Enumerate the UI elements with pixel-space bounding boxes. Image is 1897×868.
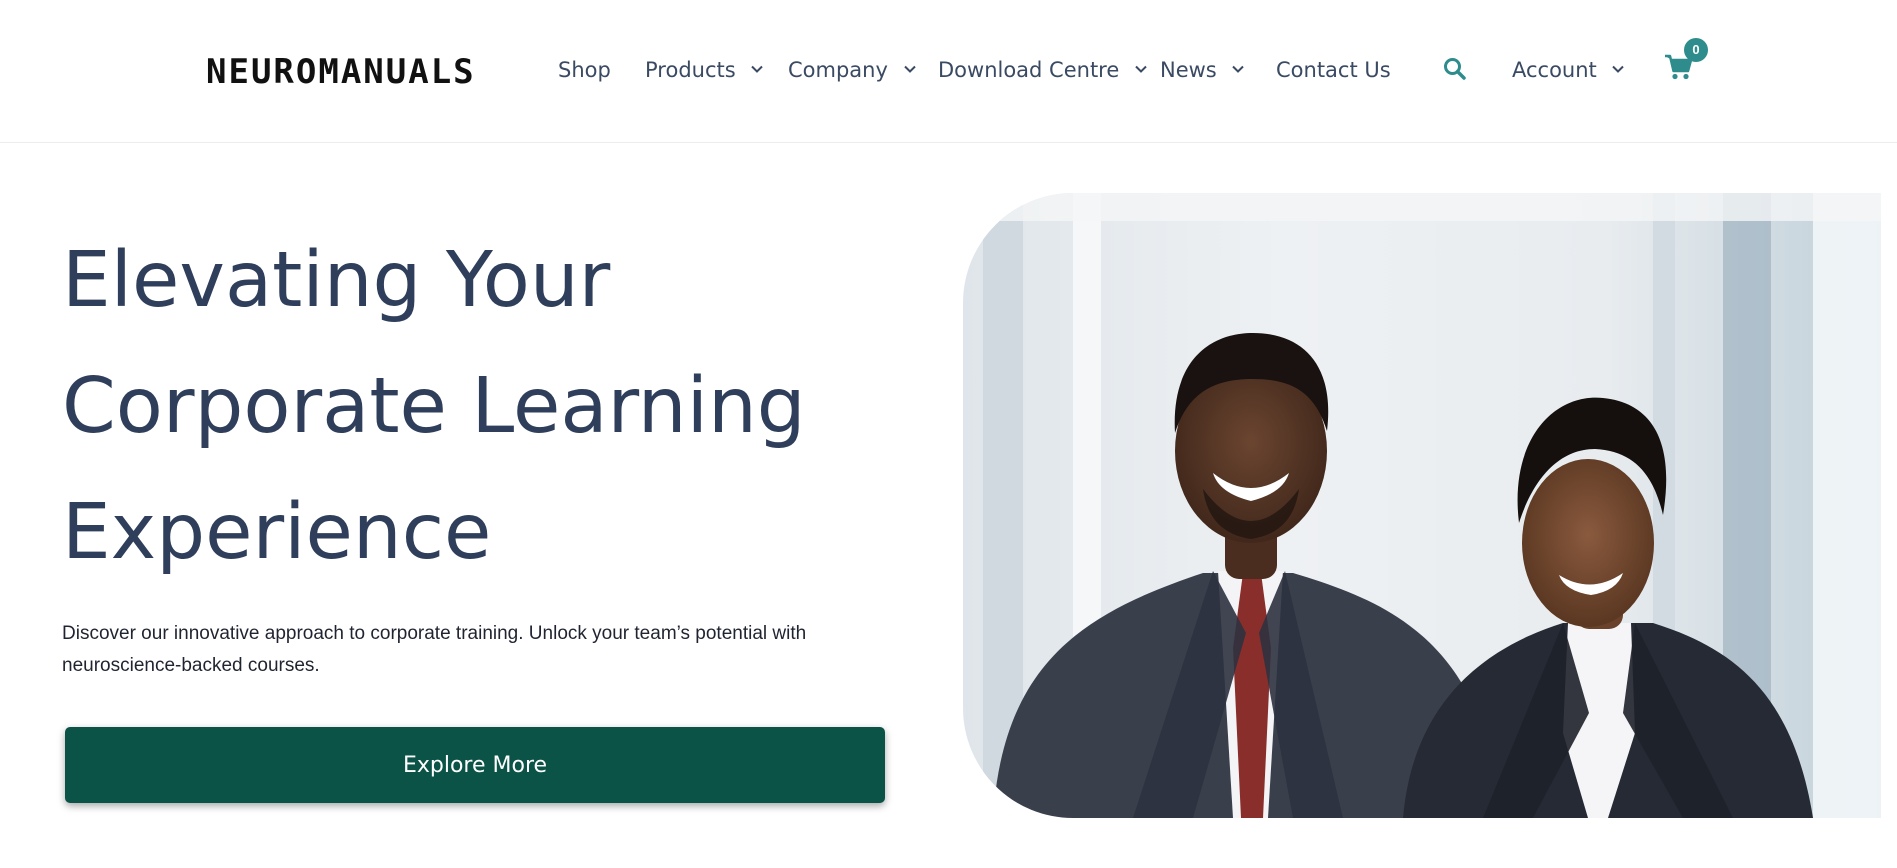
hero-description: Discover our innovative approach to corp…	[62, 623, 807, 676]
main-nav: Shop Products Company Download Centre Ne…	[0, 0, 1897, 142]
chevron-down-icon	[1135, 65, 1147, 73]
cart-count-badge: 0	[1684, 38, 1708, 62]
nav-item-shop[interactable]: Shop	[558, 55, 611, 85]
business-people-photo	[963, 193, 1881, 818]
nav-item-label: Shop	[558, 58, 611, 82]
nav-item-label: Contact Us	[1276, 58, 1391, 82]
nav-item-label: News	[1160, 58, 1217, 82]
chevron-down-icon	[1232, 65, 1245, 73]
nav-item-label: Products	[645, 58, 736, 82]
nav-item-label: Company	[788, 58, 888, 82]
hero-title-line: Experience	[62, 488, 492, 577]
nav-item-label: Download Centre	[938, 58, 1120, 82]
explore-more-button[interactable]: Explore More	[65, 727, 885, 803]
search-icon[interactable]	[1442, 56, 1468, 82]
site-header: NEUROMANUALS Shop Products Company Downl…	[0, 0, 1897, 143]
nav-item-company[interactable]: Company	[788, 55, 917, 85]
nav-item-products[interactable]: Products	[645, 55, 764, 85]
account-label: Account	[1512, 58, 1597, 82]
hero-title: Elevating Your Corporate Learning Experi…	[62, 218, 922, 596]
chevron-down-icon	[751, 65, 764, 73]
account-menu[interactable]: Account	[1512, 55, 1625, 85]
nav-item-contact-us[interactable]: Contact Us	[1276, 55, 1391, 85]
hero-title-line: Elevating Your	[62, 236, 611, 325]
hero-photo	[963, 193, 1881, 818]
nav-item-download-centre[interactable]: Download Centre	[938, 55, 1148, 85]
chevron-down-icon	[1612, 65, 1625, 73]
chevron-down-icon	[903, 65, 916, 73]
nav-item-news[interactable]: News	[1160, 55, 1245, 85]
hero-title-line: Corporate Learning	[62, 362, 806, 451]
